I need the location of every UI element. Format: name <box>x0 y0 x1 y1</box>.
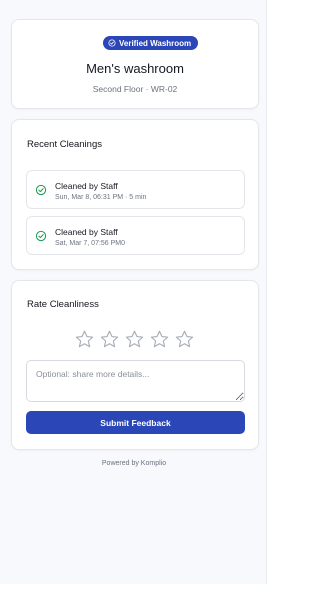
recent-cleanings-title: Recent Cleanings <box>27 139 102 150</box>
rate-cleanliness-title: Rate Cleanliness <box>27 299 99 310</box>
cleaning-list-item: Cleaned by Staff Sun, Mar 8, 06:31 PM · … <box>26 170 245 209</box>
washroom-title: Men's washroom <box>86 61 184 76</box>
shield-check-icon <box>108 39 116 47</box>
check-circle-icon <box>35 230 47 242</box>
verified-badge: Verified Washroom <box>103 36 199 50</box>
rate-cleanliness-card: Rate Cleanliness Submit Feedback <box>11 280 259 450</box>
check-circle-icon <box>35 184 47 196</box>
star-rating <box>74 329 195 350</box>
recent-cleanings-card: Recent Cleanings Cleaned by Staff Sun, M… <box>11 119 259 270</box>
washroom-location: Second Floor · WR-02 <box>92 84 178 94</box>
star-icon-3[interactable] <box>124 329 145 350</box>
star-icon-2[interactable] <box>99 329 120 350</box>
washroom-header-card: Verified Washroom Men's washroom Second … <box>11 19 259 109</box>
star-icon-1[interactable] <box>74 329 95 350</box>
page-background: Verified Washroom Men's washroom Second … <box>0 0 267 584</box>
cleaning-time: Sat, Mar 7, 07:56 PM0 <box>55 240 126 247</box>
cleaning-list-item: Cleaned by Staff Sat, Mar 7, 07:56 PM0 <box>26 216 245 255</box>
feedback-details-input[interactable] <box>26 360 245 402</box>
star-icon-4[interactable] <box>149 329 170 350</box>
cleaning-label: Cleaned by Staff <box>55 181 118 191</box>
verified-badge-label: Verified Washroom <box>119 38 192 48</box>
powered-by-footer: Powered by Komplio <box>101 460 167 467</box>
submit-feedback-button[interactable]: Submit Feedback <box>26 411 245 434</box>
cleaning-label: Cleaned by Staff <box>55 227 118 237</box>
cleaning-time: Sun, Mar 8, 06:31 PM · 5 min <box>55 194 147 201</box>
star-icon-5[interactable] <box>174 329 195 350</box>
